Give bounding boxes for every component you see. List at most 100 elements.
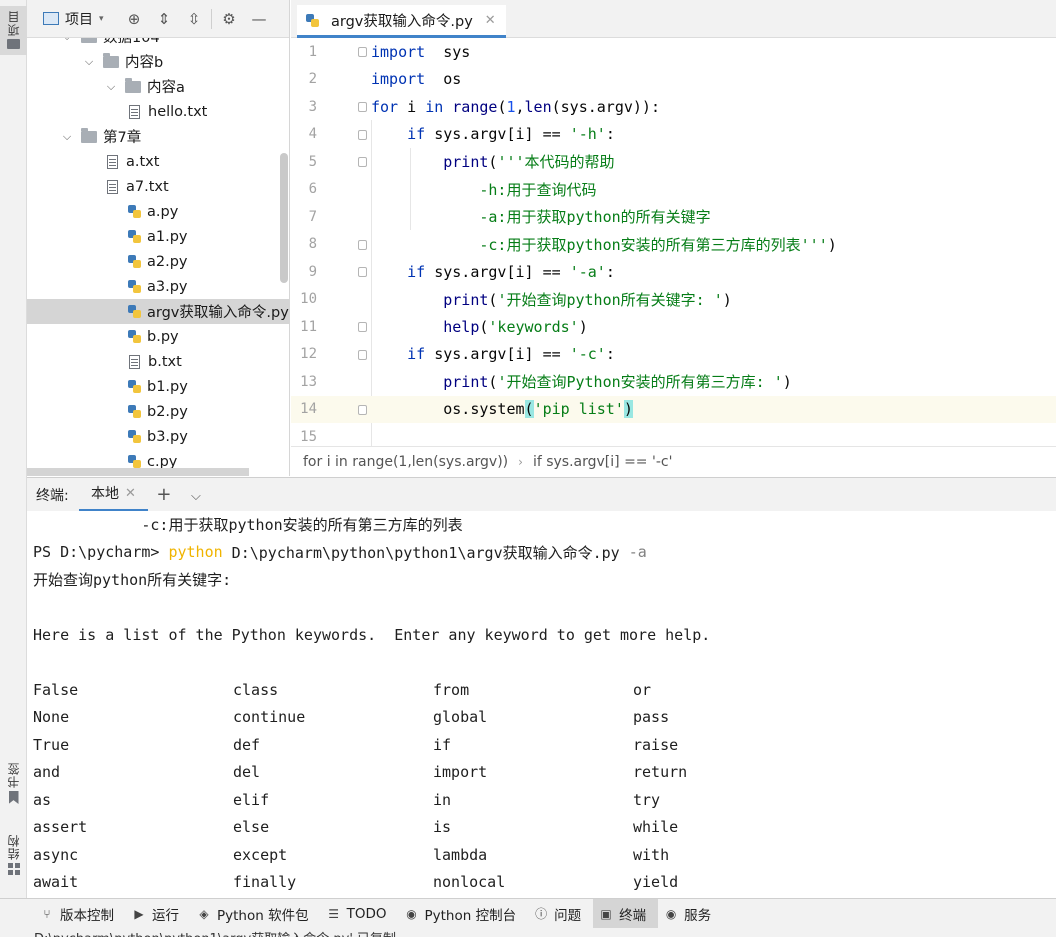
close-icon[interactable]: ✕ bbox=[125, 486, 136, 501]
hide-panel-button[interactable]: — bbox=[244, 4, 274, 34]
tree-item-label: 数据104 bbox=[103, 38, 160, 46]
toolwindow-label: 问题 bbox=[554, 907, 582, 924]
toolwindow-button[interactable]: ☰ TODO bbox=[321, 899, 399, 929]
tree-row[interactable]: b.txt bbox=[27, 349, 289, 374]
tree-row[interactable]: b.py bbox=[27, 324, 289, 349]
terminal-tab-local[interactable]: 本地 ✕ bbox=[79, 478, 148, 512]
chevron-down-icon[interactable]: ⌵ bbox=[59, 130, 75, 144]
chevron-down-icon[interactable]: ⌵ bbox=[103, 80, 119, 94]
tree-row[interactable]: ⌵ 数据104 bbox=[27, 38, 289, 49]
breadcrumb-item[interactable]: if sys.argv[i] == '-c' bbox=[533, 454, 672, 470]
bookmarks-tool-tab[interactable]: 书签 bbox=[0, 762, 27, 804]
fold-marker-icon[interactable] bbox=[358, 129, 367, 140]
python-icon: ◉ bbox=[406, 906, 417, 921]
keyword-cell: return bbox=[633, 763, 688, 782]
structure-icon bbox=[7, 863, 20, 875]
line-number: 5 bbox=[308, 153, 317, 170]
toolwindow-button[interactable]: ▣ 终端 bbox=[593, 898, 659, 929]
tree-row[interactable]: b1.py bbox=[27, 374, 289, 399]
line-number: 7 bbox=[308, 208, 317, 225]
python-file-icon bbox=[127, 254, 142, 269]
horizontal-scrollbar[interactable] bbox=[27, 468, 249, 476]
code-text: import os bbox=[371, 70, 462, 89]
keyword-cell: is bbox=[433, 818, 452, 837]
terminal-line: Here is a list of the Python keywords. E… bbox=[33, 625, 711, 644]
settings-button[interactable]: ⚙ bbox=[214, 4, 244, 34]
breadcrumb: for i in range(1,len(sys.argv)) › if sys.a… bbox=[291, 446, 1056, 476]
collapse-all-button[interactable]: ⇳ bbox=[179, 4, 209, 34]
tree-row[interactable]: a2.py bbox=[27, 249, 289, 274]
code-line: 13 print('开始查询Python安装的所有第三方库: ') bbox=[291, 368, 1056, 396]
layers-icon: ◈ bbox=[199, 906, 209, 921]
keyword-cell: del bbox=[233, 763, 261, 782]
services-icon: ◉ bbox=[665, 906, 677, 921]
expand-all-button[interactable]: ⇕ bbox=[149, 4, 179, 34]
terminal-icon: ▣ bbox=[600, 906, 612, 921]
project-tool-tab[interactable]: 项目 bbox=[0, 6, 27, 55]
tree-row[interactable]: ⌵ 内容b bbox=[27, 49, 289, 74]
project-view-selector[interactable]: 项目 ▾ bbox=[27, 9, 119, 29]
tree-row[interactable]: a7.txt bbox=[27, 174, 289, 199]
keyword-cell: True bbox=[33, 735, 70, 754]
keyword-cell: await bbox=[33, 873, 79, 892]
tree-row[interactable]: b2.py bbox=[27, 399, 289, 424]
structure-tool-tab[interactable]: 结构 bbox=[0, 834, 27, 875]
code-text: os.system('pip list') bbox=[371, 400, 633, 419]
editor-tab-argv[interactable]: argv获取输入命令.py ✕ bbox=[297, 5, 506, 38]
terminal-output[interactable]: -c:用于获取python安装的所有第三方库的列表 PS D:\pycharm> … bbox=[27, 511, 1056, 898]
tree-row[interactable]: a.py bbox=[27, 199, 289, 224]
tree-row[interactable]: hello.txt bbox=[27, 99, 289, 124]
toolwindow-label: 服务 bbox=[684, 907, 712, 924]
terminal-options-button[interactable]: ⌵ bbox=[180, 484, 212, 505]
toolwindow-button[interactable]: ▶ 运行 bbox=[126, 899, 191, 929]
fold-marker-icon[interactable] bbox=[358, 322, 367, 332]
locate-file-button[interactable]: ⊕ bbox=[119, 4, 149, 34]
tree-row[interactable]: ⌵ 第7章 bbox=[27, 124, 289, 149]
line-number: 6 bbox=[308, 181, 317, 198]
code-line: 4 if sys.argv[i] == '-h': bbox=[291, 121, 1056, 149]
chevron-down-icon[interactable]: ⌵ bbox=[59, 38, 75, 44]
code-text: print('开始查询python所有关键字: ') bbox=[443, 290, 732, 309]
close-icon[interactable]: ✕ bbox=[485, 13, 496, 28]
code-text: if sys.argv[i] == '-h': bbox=[407, 125, 615, 144]
toolwindow-button[interactable]: ◈ Python 软件包 bbox=[191, 899, 321, 929]
toolwindow-button[interactable]: ⓘ 问题 bbox=[528, 899, 593, 929]
fold-marker-icon[interactable] bbox=[358, 102, 367, 112]
keyword-cell: while bbox=[633, 818, 679, 837]
chevron-down-icon[interactable]: ⌵ bbox=[81, 55, 97, 69]
fold-marker-icon[interactable] bbox=[358, 47, 367, 57]
fold-marker-icon[interactable] bbox=[358, 404, 367, 415]
python-file-icon bbox=[127, 404, 142, 419]
fold-marker-icon[interactable] bbox=[358, 157, 367, 167]
keyword-row: and del import return bbox=[27, 759, 1056, 787]
tree-row[interactable]: ⌵ 内容a bbox=[27, 74, 289, 99]
toolwindow-label: 终端 bbox=[619, 907, 647, 924]
python-file-icon bbox=[127, 279, 142, 294]
toolwindow-button[interactable]: ◉ Python 控制台 bbox=[399, 899, 529, 929]
tree-row[interactable]: a1.py bbox=[27, 224, 289, 249]
tree-row[interactable]: a.txt bbox=[27, 149, 289, 174]
breadcrumb-item[interactable]: for i in range(1,len(sys.argv)) bbox=[303, 454, 508, 470]
code-line: 3 for i in range(1,len(sys.argv)): bbox=[291, 93, 1056, 121]
fold-marker-icon[interactable] bbox=[358, 267, 367, 277]
keyword-cell: nonlocal bbox=[433, 873, 506, 892]
tree-row[interactable]: argv获取输入命令.py bbox=[27, 299, 289, 324]
structure-tab-label: 结构 bbox=[7, 834, 21, 860]
minimize-icon: — bbox=[251, 9, 267, 28]
new-terminal-button[interactable]: + bbox=[148, 484, 180, 505]
fold-marker-icon[interactable] bbox=[358, 239, 367, 250]
code-editor[interactable]: 1 import sys 2 import os 3 for i in range(1,l… bbox=[291, 38, 1056, 446]
code-text: import sys bbox=[371, 42, 471, 61]
tree-item-label: 第7章 bbox=[103, 130, 142, 146]
tree-row[interactable]: b3.py bbox=[27, 424, 289, 449]
vertical-scrollbar[interactable] bbox=[280, 153, 288, 283]
code-line: 9 if sys.argv[i] == '-a': bbox=[291, 258, 1056, 286]
toolwindow-button[interactable]: ⑂ 版本控制 bbox=[34, 899, 126, 929]
keyword-cell: if bbox=[433, 735, 452, 754]
keyword-cell: raise bbox=[633, 735, 679, 754]
toolwindow-button[interactable]: ◉ 服务 bbox=[658, 899, 723, 929]
bookmark-icon bbox=[8, 791, 19, 804]
fold-marker-icon[interactable] bbox=[358, 349, 367, 360]
tree-row[interactable]: a3.py bbox=[27, 274, 289, 299]
text-file-icon bbox=[107, 154, 118, 169]
